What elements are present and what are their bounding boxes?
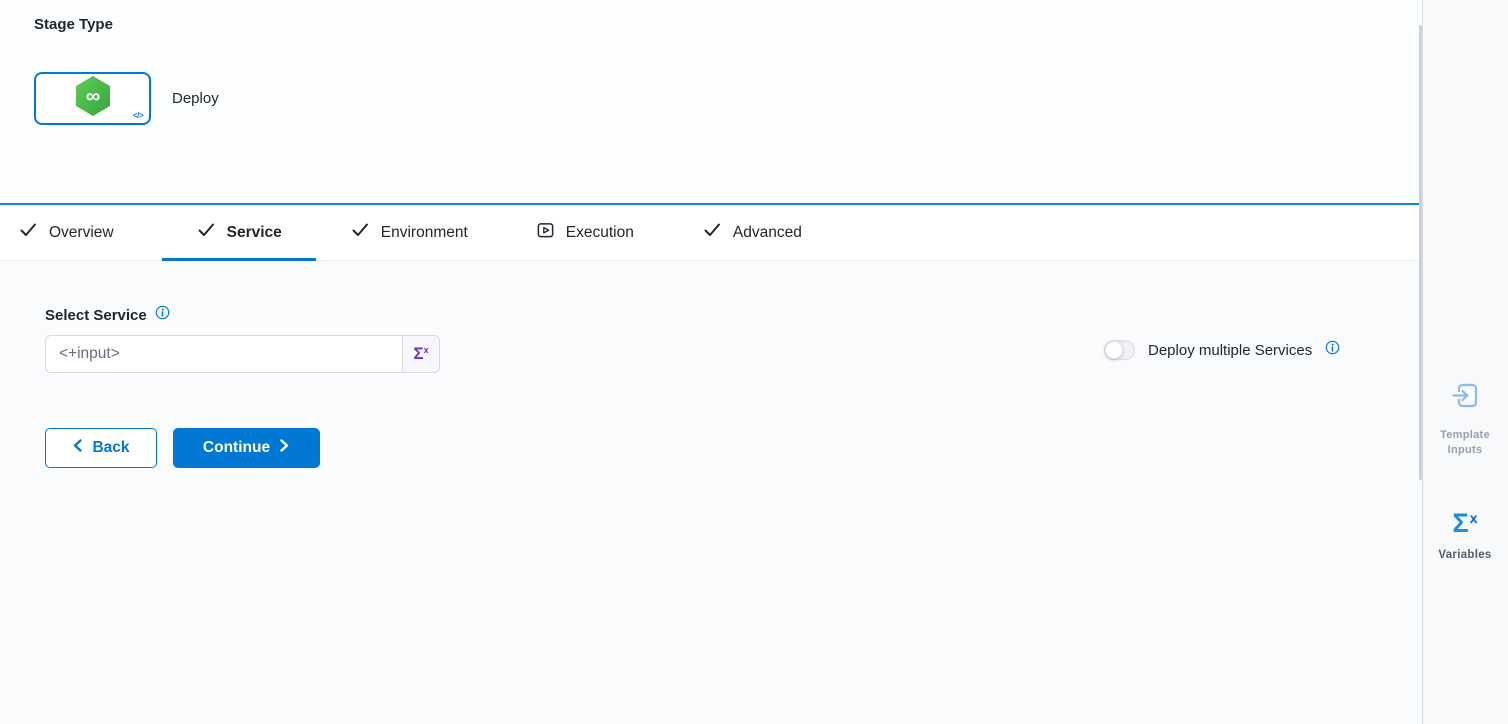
continue-button[interactable]: Continue [173, 428, 320, 468]
svg-text:∞: ∞ [85, 86, 99, 108]
deploy-stage-card[interactable]: ∞ </> [34, 72, 151, 125]
tab-label: Execution [566, 224, 634, 242]
pipeline-stage-config-page: Stage Type ∞ </> [0, 0, 1508, 724]
template-inputs-button[interactable]: Template Inputs [1423, 380, 1507, 458]
select-service-label: Select Service [45, 307, 147, 324]
footer-actions: Back Continue [45, 428, 320, 468]
tab-overview[interactable]: Overview [0, 205, 162, 260]
stage-type-heading: Stage Type [34, 16, 113, 33]
select-service-label-row: Select Service [45, 305, 170, 325]
deploy-multiple-services-toggle[interactable] [1104, 340, 1135, 360]
runtime-input-sigma-button[interactable]: Σ x [402, 335, 440, 373]
execution-play-icon [536, 221, 555, 245]
tab-label: Overview [49, 224, 114, 242]
stage-type-section: Stage Type ∞ </> [0, 0, 1422, 205]
back-button[interactable]: Back [45, 428, 157, 468]
tab-label: Service [227, 224, 282, 242]
deploy-stage-icon: ∞ [73, 74, 113, 123]
right-rail: Template Inputs Σ x Variables [1423, 0, 1507, 724]
service-input-wrap [45, 335, 402, 373]
deploy-multiple-services-row: Deploy multiple Services [1104, 340, 1340, 360]
variables-label: Variables [1438, 548, 1491, 563]
check-icon [702, 220, 722, 245]
chevron-left-icon [72, 438, 83, 458]
deploy-multiple-services-label: Deploy multiple Services [1148, 342, 1312, 359]
variables-button[interactable]: Σ x Variables [1423, 508, 1507, 563]
sigma-icon: Σ [413, 336, 423, 372]
info-icon[interactable] [155, 305, 170, 325]
deploy-stage-label: Deploy [172, 90, 219, 107]
variables-sigma-icon: Σ x [1453, 508, 1478, 538]
tab-label: Environment [381, 224, 468, 242]
info-icon[interactable] [1325, 340, 1340, 360]
stage-tab-bar: Overview Service Environment [0, 205, 1422, 261]
select-service-input[interactable] [46, 345, 402, 363]
template-inputs-label: Template Inputs [1440, 428, 1490, 458]
code-view-glyph: </> [133, 111, 143, 120]
tab-label: Advanced [733, 224, 802, 242]
check-icon [18, 220, 38, 245]
check-icon [350, 220, 370, 245]
tab-advanced[interactable]: Advanced [668, 205, 836, 260]
continue-button-label: Continue [203, 439, 270, 457]
service-input-row: Σ x [45, 335, 440, 373]
tab-service[interactable]: Service [162, 205, 316, 260]
sigma-superscript: x [424, 345, 429, 355]
template-inputs-icon [1450, 380, 1481, 416]
vertical-scrollbar[interactable] [1419, 25, 1422, 480]
back-button-label: Back [92, 439, 129, 457]
tab-environment[interactable]: Environment [316, 205, 502, 260]
toggle-knob [1105, 341, 1123, 359]
check-icon [196, 220, 216, 245]
service-tab-content: Select Service Σ x [0, 261, 1422, 721]
main-panel: Stage Type ∞ </> [0, 0, 1423, 724]
tab-execution[interactable]: Execution [502, 205, 668, 260]
chevron-right-icon [279, 438, 290, 458]
